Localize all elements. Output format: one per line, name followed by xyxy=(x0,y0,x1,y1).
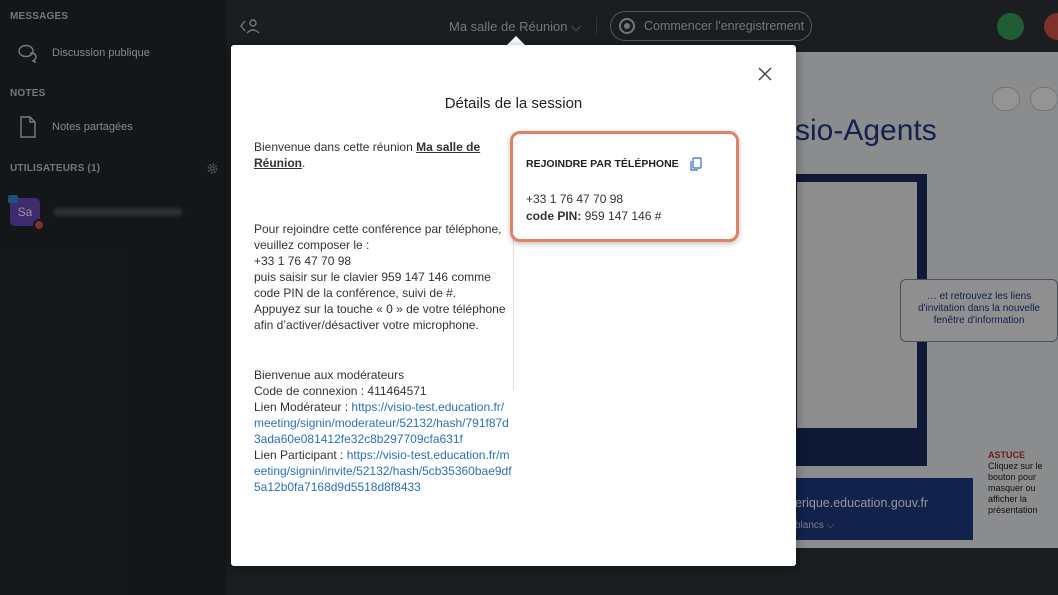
connection-code: Code de connexion : 411464571 xyxy=(254,384,427,398)
welcome-prefix: Bienvenue dans cette réunion xyxy=(254,140,417,154)
join-by-phone-title: REJOINDRE PAR TÉLÉPHONE xyxy=(526,157,702,171)
phone-instructions-1: Pour rejoindre cette conférence par télé… xyxy=(254,222,502,252)
pin-label: code PIN: xyxy=(526,209,582,223)
phone-instructions: Pour rejoindre cette conférence par télé… xyxy=(254,221,512,333)
participant-link-line: Lien Participant : https://visio-test.ed… xyxy=(254,447,512,495)
moderators-welcome: Bienvenue aux modérateurs xyxy=(254,368,405,382)
session-details-modal: Détails de la session Bienvenue dans cet… xyxy=(231,45,796,566)
modal-pointer xyxy=(507,36,525,45)
pin-value: 959 147 146 # xyxy=(581,209,662,223)
welcome-text: Bienvenue dans cette réunion Ma salle de… xyxy=(254,139,512,171)
join-by-phone-label: REJOINDRE PAR TÉLÉPHONE xyxy=(526,158,679,170)
phone-number: +33 1 76 47 70 98 xyxy=(254,254,352,268)
moderator-info: Bienvenue aux modérateurs Code de connex… xyxy=(254,367,512,495)
join-by-phone-box: REJOINDRE PAR TÉLÉPHONE +33 1 76 47 70 9… xyxy=(510,131,739,242)
moderator-link-label: Lien Modérateur : xyxy=(254,400,352,414)
copy-icon[interactable] xyxy=(690,157,702,171)
phone-instructions-2: puis saisir sur le clavier 959 147 146 c… xyxy=(254,270,491,300)
phone-box-pin: code PIN: 959 147 146 # xyxy=(526,209,661,223)
phone-instructions-3: Appuyez sur la touche « 0 » de votre tél… xyxy=(254,302,506,332)
modal-title: Détails de la session xyxy=(444,95,583,112)
welcome-suffix: . xyxy=(302,156,306,170)
close-icon[interactable] xyxy=(756,65,774,83)
moderator-link-line: Lien Modérateur : https://visio-test.edu… xyxy=(254,399,512,447)
phone-box-number: +33 1 76 47 70 98 xyxy=(526,192,624,206)
participant-link-label: Lien Participant : xyxy=(254,448,347,462)
